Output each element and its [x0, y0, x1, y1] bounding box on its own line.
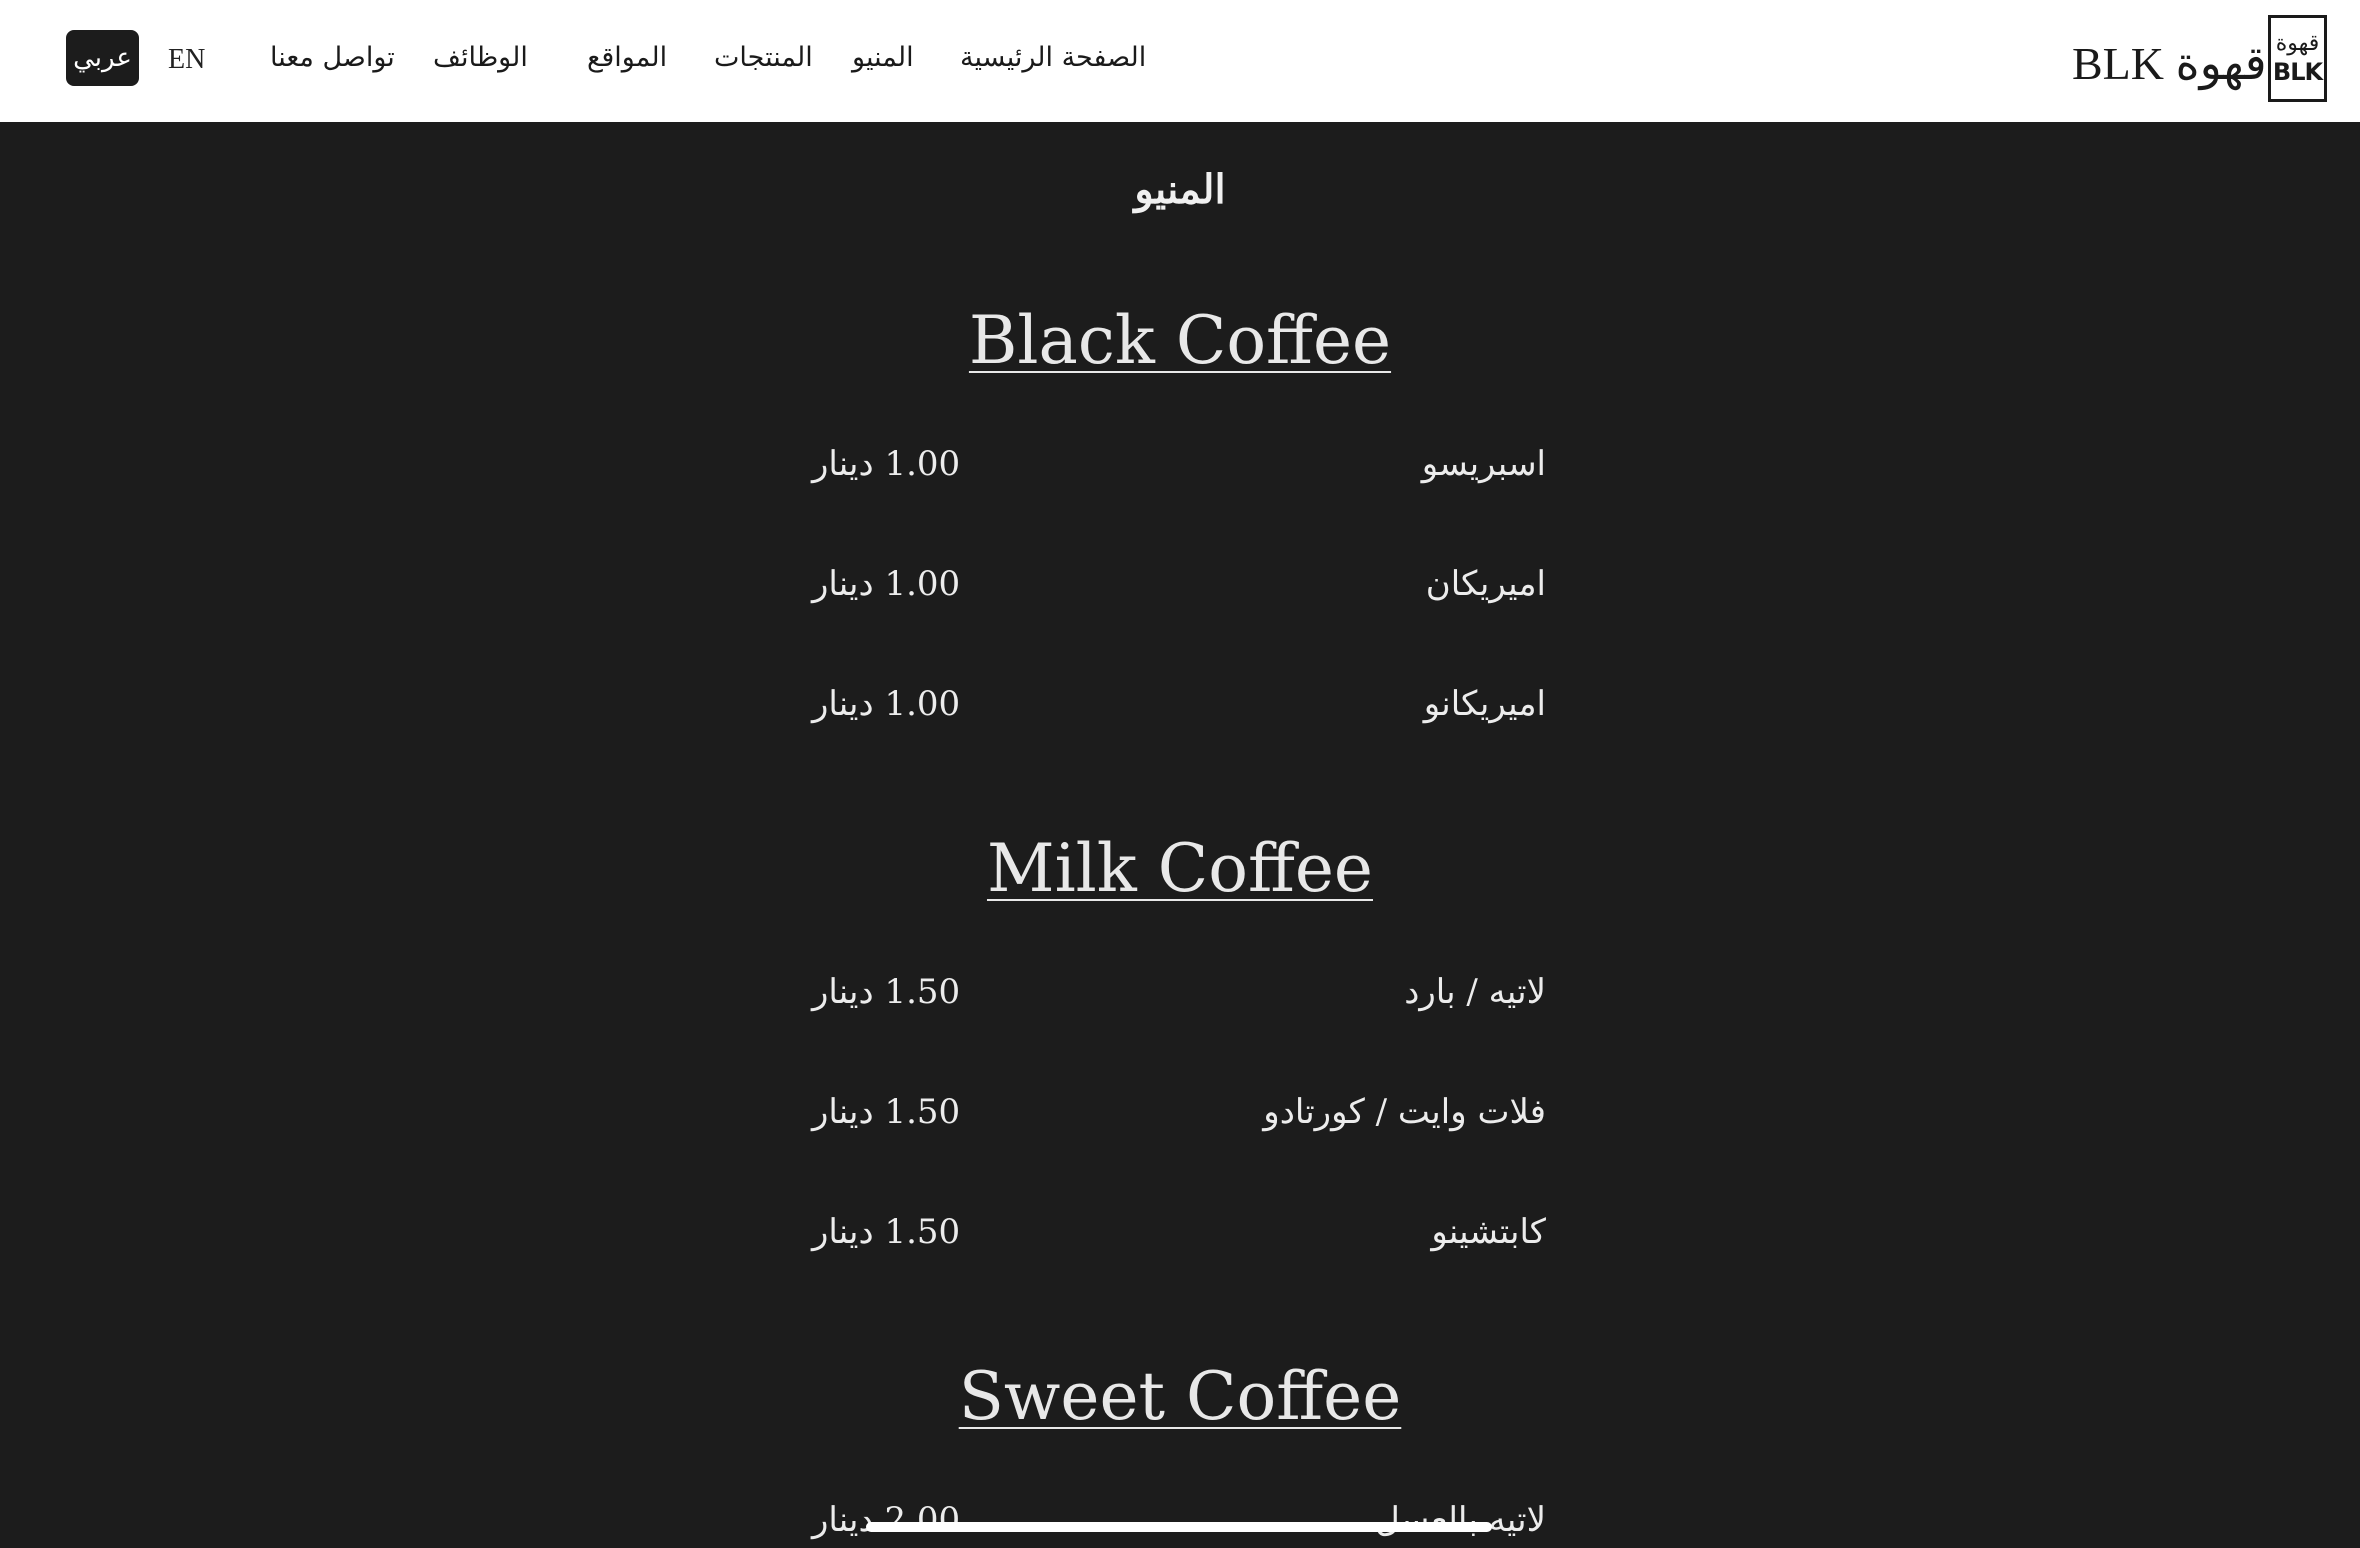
- menu-item-price: 1.50 دينار: [812, 972, 961, 1012]
- nav-home-link[interactable]: الصفحة الرئيسية: [960, 42, 1146, 73]
- nav-locations-link[interactable]: المواقع: [587, 42, 667, 73]
- menu-item-price: 1.50 دينار: [812, 1092, 961, 1132]
- nav-products-link[interactable]: المنتجات: [714, 42, 813, 73]
- page-title: المنيو: [1134, 166, 1226, 213]
- menu-item-price: 1.00 دينار: [812, 564, 961, 604]
- menu-item-name: اميريكان: [1425, 564, 1546, 604]
- lang-english-button[interactable]: EN: [168, 44, 205, 76]
- menu-item-name: لاتيه / بارد: [1404, 972, 1546, 1012]
- menu-item-price: 1.00 دينار: [812, 684, 961, 724]
- menu-item-name: اميريكانو: [1423, 684, 1546, 724]
- logo-arabic-text: قهوة: [2275, 30, 2320, 56]
- section-title-milk-coffee: Milk Coffee: [0, 830, 2360, 907]
- section-title-text: Milk Coffee: [986, 830, 1373, 907]
- lang-arabic-button[interactable]: عربي: [66, 30, 139, 86]
- section-title-sweet-coffee: Sweet Coffee: [0, 1358, 2360, 1435]
- nav-jobs-link[interactable]: الوظائف: [433, 42, 528, 73]
- nav-menu-link[interactable]: المنيو: [852, 42, 914, 73]
- menu-item-price: 1.50 دينار: [812, 1212, 961, 1252]
- menu-item-name: كابتشينو: [1431, 1212, 1546, 1252]
- menu-item-name: لاتيه بالعسل: [1375, 1500, 1546, 1540]
- menu-item-name: فلات وايت / كورتادو: [1263, 1092, 1546, 1132]
- brand-wordmark[interactable]: BLK قهوة: [2072, 36, 2267, 90]
- nav-contact-link[interactable]: تواصل معنا: [270, 42, 395, 73]
- section-title-text: Sweet Coffee: [958, 1358, 1402, 1435]
- brand-logo[interactable]: قهوة BLK: [2268, 15, 2327, 102]
- section-title-text: Black Coffee: [968, 302, 1392, 379]
- section-title-black-coffee: Black Coffee: [0, 302, 2360, 379]
- top-nav-bar: عربي EN تواصل معنا الوظائف المواقع المنت…: [0, 0, 2360, 122]
- logo-blk-text: BLK: [2272, 57, 2323, 86]
- menu-item-name: اسبريسو: [1421, 444, 1546, 484]
- menu-item-price: 2.00 دينار: [812, 1500, 961, 1540]
- horizontal-scrollbar[interactable]: [866, 1522, 1492, 1532]
- menu-item-price: 1.00 دينار: [812, 444, 961, 484]
